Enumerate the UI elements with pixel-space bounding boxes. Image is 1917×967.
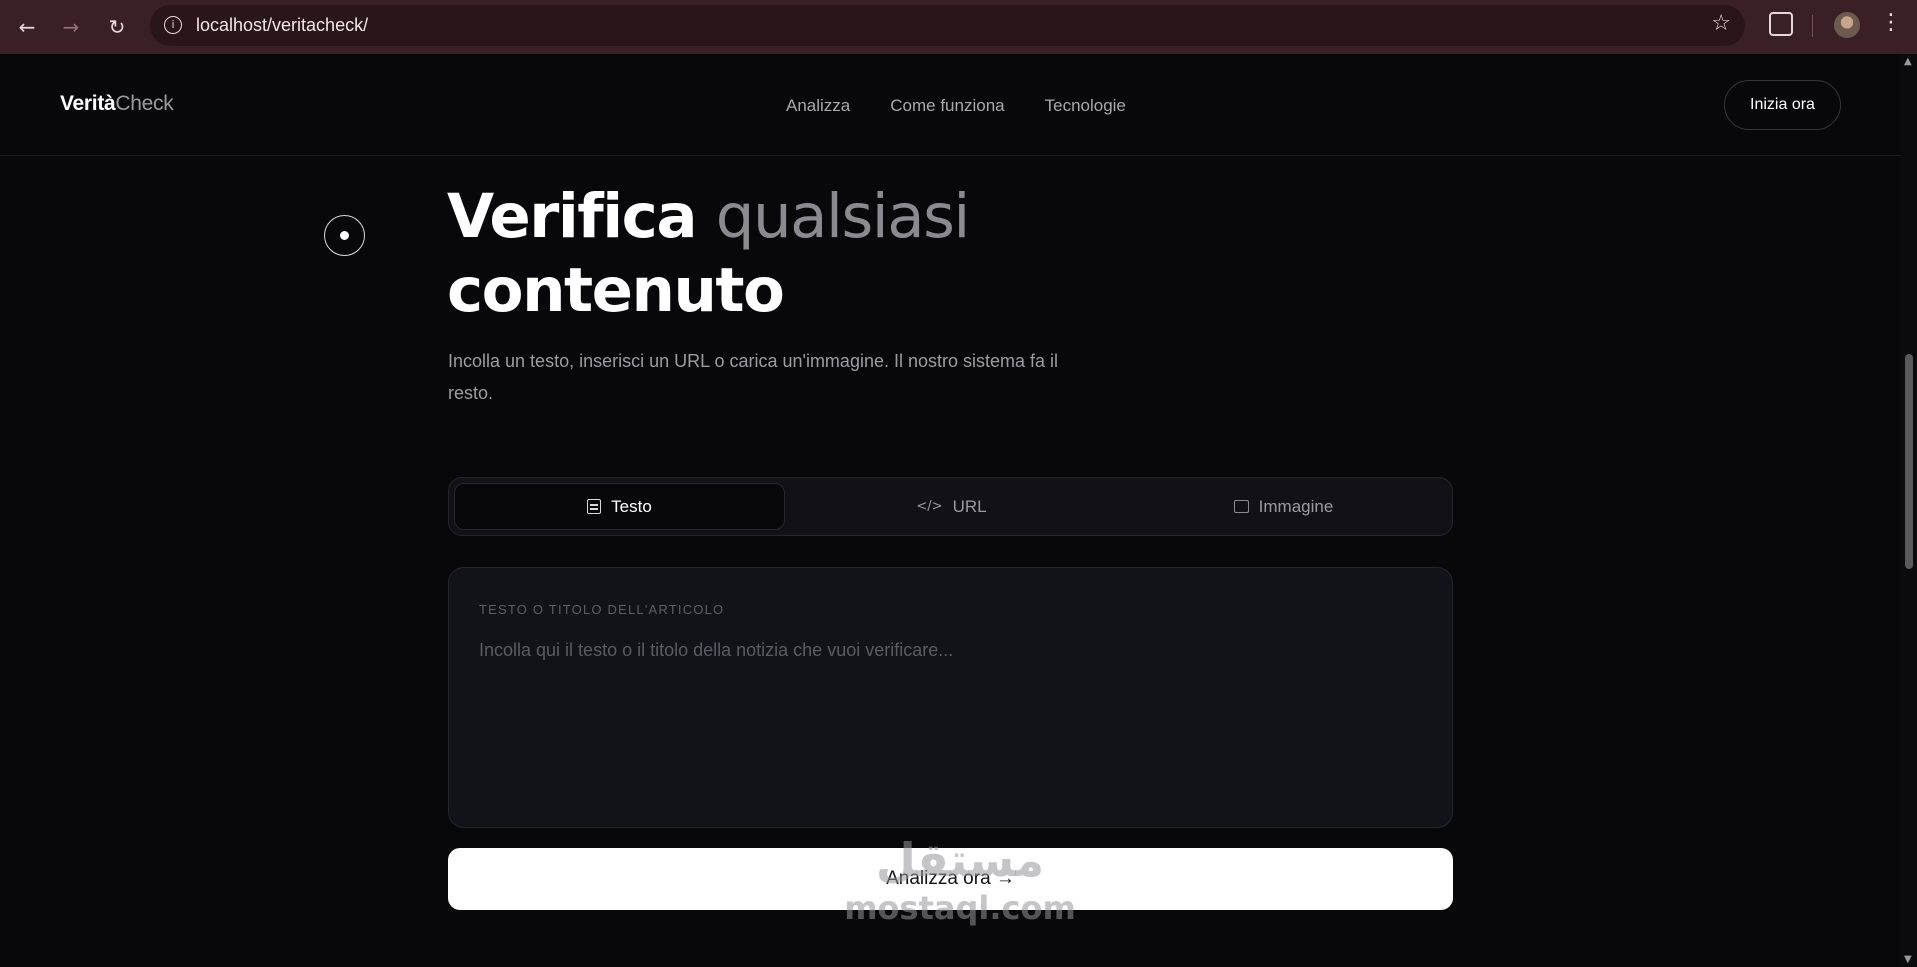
code-icon: </> xyxy=(916,499,943,514)
article-text-input[interactable] xyxy=(479,640,1419,800)
page-title: Verifica qualsiasi contenuto xyxy=(447,180,971,328)
reload-icon[interactable]: ↻ xyxy=(102,12,132,42)
profile-avatar[interactable] xyxy=(1834,12,1860,38)
tab-label: Immagine xyxy=(1258,496,1334,516)
field-label: TESTO O TITOLO DELL'ARTICOLO xyxy=(479,602,725,617)
input-type-tabs: Testo </> URL Immagine xyxy=(448,477,1453,536)
page-subtitle: Incolla un testo, inserisci un URL o car… xyxy=(448,351,1059,403)
site-header: VeritàCheck Analizza Come funziona Tecno… xyxy=(0,54,1901,156)
nav-link-come-funziona[interactable]: Come funziona xyxy=(890,96,1004,116)
analyze-now-button[interactable]: Analizza ora → xyxy=(448,848,1453,910)
site-logo[interactable]: VeritàCheck xyxy=(60,92,174,116)
toolbar-divider xyxy=(1812,15,1813,37)
document-icon xyxy=(587,499,602,514)
extensions-icon[interactable] xyxy=(1769,12,1793,36)
image-icon xyxy=(1233,500,1249,513)
browser-toolbar: ← → ↻ i localhost/veritacheck/ ☆ ⋮ xyxy=(0,0,1917,54)
title-part-bold: Verifica xyxy=(447,181,716,252)
browser-menu-icon[interactable]: ⋮ xyxy=(1880,10,1902,35)
nav-link-analizza[interactable]: Analizza xyxy=(786,96,850,116)
tab-url[interactable]: </> URL xyxy=(786,483,1117,530)
main-nav: Analizza Come funziona Tecnologie xyxy=(786,96,1126,116)
tab-label: URL xyxy=(952,496,987,516)
address-bar[interactable]: i localhost/veritacheck/ ☆ xyxy=(150,5,1745,46)
scrollbar-thumb[interactable] xyxy=(1905,354,1913,569)
scroll-up-icon[interactable]: ▲ xyxy=(1904,56,1912,67)
tab-testo[interactable]: Testo xyxy=(454,483,785,530)
back-icon[interactable]: ← xyxy=(12,12,42,42)
logo-light-text: Check xyxy=(115,92,174,115)
title-line-two: contenuto xyxy=(447,255,785,326)
bookmark-star-icon[interactable]: ☆ xyxy=(1711,11,1731,36)
logo-bold-text: Verità xyxy=(60,92,116,115)
dot-ring-icon xyxy=(324,215,365,256)
tab-immagine[interactable]: Immagine xyxy=(1118,483,1449,530)
text-input-panel: TESTO O TITOLO DELL'ARTICOLO xyxy=(448,567,1453,828)
nav-link-tecnologie[interactable]: Tecnologie xyxy=(1045,96,1126,116)
forward-icon[interactable]: → xyxy=(56,12,86,42)
start-now-button[interactable]: Inizia ora xyxy=(1724,80,1841,130)
tab-label: Testo xyxy=(611,496,652,516)
page-scrollbar[interactable]: ▲ ▼ xyxy=(1901,54,1917,967)
scroll-down-icon[interactable]: ▼ xyxy=(1904,954,1912,965)
title-part-muted: qualsiasi xyxy=(715,181,971,252)
site-info-icon[interactable]: i xyxy=(164,16,182,34)
address-url[interactable]: localhost/veritacheck/ xyxy=(196,15,368,36)
